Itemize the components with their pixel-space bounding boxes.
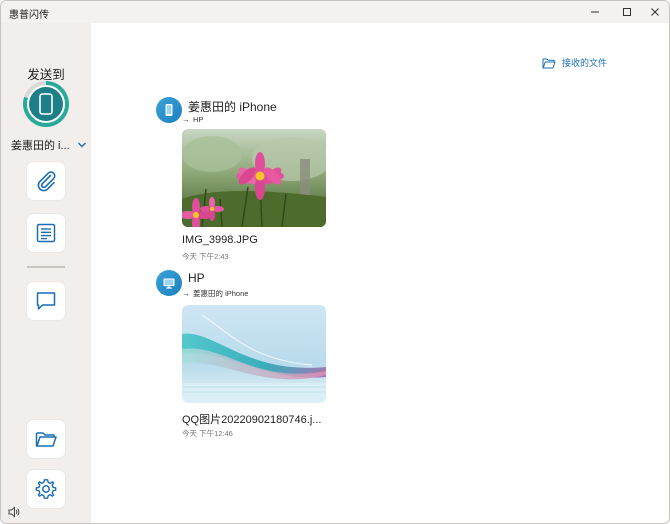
close-icon bbox=[651, 8, 659, 16]
folder-icon bbox=[35, 432, 57, 447]
arrow-right-icon: → bbox=[182, 289, 190, 298]
target-device-button[interactable] bbox=[23, 81, 69, 127]
sender-name: HP bbox=[188, 271, 205, 285]
sender-name: 姜惠田的 iPhone bbox=[188, 100, 277, 114]
received-files-button[interactable]: 接收的文件 bbox=[542, 56, 607, 69]
received-files-label: 接收的文件 bbox=[562, 58, 608, 68]
chat-icon bbox=[36, 292, 56, 310]
recipient-line: → 姜惠田的 iPhone bbox=[182, 288, 248, 299]
phone-icon bbox=[39, 93, 53, 115]
flower-image bbox=[182, 129, 326, 227]
arrow-right-icon: → bbox=[182, 115, 190, 124]
window-title: 惠普闪传 bbox=[9, 10, 49, 21]
image-thumbnail[interactable] bbox=[182, 305, 326, 403]
sidebar-divider bbox=[27, 266, 65, 268]
image-thumbnail[interactable] bbox=[182, 129, 326, 227]
paperclip-icon bbox=[37, 171, 56, 192]
monitor-icon bbox=[163, 278, 175, 289]
send-file-button[interactable] bbox=[27, 162, 65, 200]
sender-avatar bbox=[156, 97, 182, 123]
document-icon bbox=[36, 223, 56, 243]
settings-button[interactable] bbox=[27, 470, 65, 508]
file-name: IMG_3998.JPG bbox=[182, 234, 258, 246]
device-name: 姜惠田的 i... bbox=[11, 140, 70, 152]
minimize-button[interactable] bbox=[579, 1, 611, 23]
file-timestamp: 今天 下午12:46 bbox=[182, 429, 233, 438]
messages-button[interactable] bbox=[27, 282, 65, 320]
device-selector[interactable]: 姜惠田的 i... bbox=[11, 137, 87, 153]
folder-open-icon bbox=[542, 58, 556, 68]
chevron-down-icon bbox=[78, 142, 86, 148]
minimize-icon bbox=[591, 11, 599, 13]
title-bar: 惠普闪传 bbox=[1, 1, 669, 23]
sender-avatar bbox=[156, 270, 182, 296]
abstract-wave-image bbox=[182, 305, 326, 403]
file-name: QQ图片20220902180746.j... bbox=[182, 414, 322, 426]
gear-icon bbox=[35, 479, 57, 499]
speaker-icon[interactable] bbox=[7, 505, 21, 519]
open-folder-button[interactable] bbox=[27, 420, 65, 458]
app-window: 惠普闪传 发送到 姜惠田的 i... 接收的文件 姜惠田的 iPhone → H… bbox=[0, 0, 670, 524]
maximize-icon bbox=[623, 8, 631, 16]
close-button[interactable] bbox=[639, 1, 669, 23]
phone-icon bbox=[165, 104, 173, 116]
recipient-name: HP bbox=[193, 115, 204, 124]
recipient-name: 姜惠田的 iPhone bbox=[193, 289, 249, 298]
send-text-button[interactable] bbox=[27, 214, 65, 252]
recipient-line: → HP bbox=[182, 115, 203, 124]
sidebar: 发送到 姜惠田的 i... bbox=[1, 23, 91, 523]
file-timestamp: 今天 下午2:43 bbox=[182, 252, 229, 261]
